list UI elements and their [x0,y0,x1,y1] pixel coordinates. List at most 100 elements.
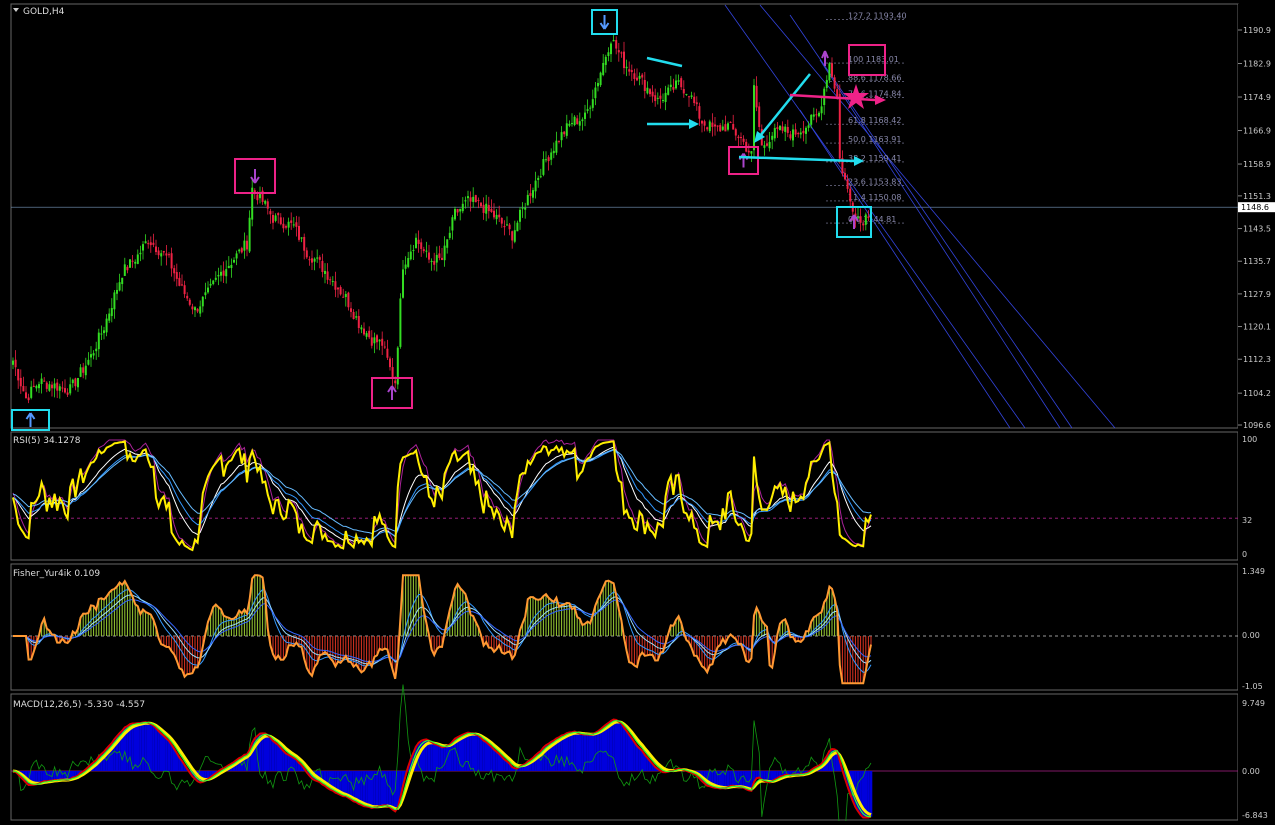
candle-body [295,222,298,227]
candle-body [552,150,555,154]
candle-body [425,250,428,252]
candle-body [589,107,592,109]
candle-body [404,264,407,269]
candle-body [545,159,547,161]
candle-body [454,209,456,220]
candle-body [222,270,225,276]
candle-body [383,346,386,348]
candle-body [698,106,701,119]
candle-body [48,384,51,391]
candle-body [646,87,649,94]
candle-body [56,382,59,391]
candle-body [781,126,784,131]
candle-body [272,214,274,223]
candle-body [724,124,727,132]
candle-body [415,237,417,249]
candle-body [282,223,285,229]
candle-body [420,242,423,249]
candle-body [391,367,394,379]
fisher-label-max: 1.349 [1242,567,1265,576]
candle-body [74,378,77,387]
candle-body [12,360,14,365]
candle-body [667,87,670,95]
candle-body [186,295,189,299]
candle-body [620,52,623,54]
price-axis-label: 1151.3 [1243,192,1271,201]
candle-body [248,217,251,252]
candle-body [108,313,111,321]
candle-body [308,259,311,261]
candle-body [789,134,792,139]
candle-body [495,214,498,220]
candle-body [363,328,365,335]
price-axis-label: 1127.9 [1243,290,1271,299]
candle-body [680,78,683,88]
candle-body [422,249,425,252]
candle-body [188,299,191,305]
candle-body [690,95,693,97]
macd-label-min: -6.843 [1242,811,1268,820]
candle-body [144,241,147,244]
candle-body [95,348,98,352]
candle-body [79,367,82,377]
candle-body [321,260,324,272]
price-axis-label: 1143.5 [1243,225,1271,234]
chart-canvas[interactable]: 127.2 1193.40100 1183.0188.6 1178.6676.6… [0,0,1275,825]
candle-body [833,77,836,89]
candle-body [240,248,243,253]
candle-body [701,120,703,124]
chart-window: 127.2 1193.40 100 1183.01 88.6 1178.66 76.6… [0,0,1275,825]
candle-body [456,208,459,213]
candle-body [97,332,100,350]
candle-body [227,265,230,269]
candle-body [508,224,511,230]
candle-body [584,112,586,119]
candle-body [810,114,813,125]
candle-body [742,138,745,142]
price-axis-label: 1166.9 [1243,127,1271,136]
candle-body [469,197,472,202]
candle-body [311,258,313,263]
candle-body [604,56,607,65]
candle-body [131,260,134,262]
candle-body [474,195,477,203]
candle-body [599,72,602,86]
candle-body [407,258,410,267]
candle-body [487,204,490,212]
macd-label-zero: 0.00 [1242,767,1260,776]
candle-body [246,240,248,250]
price-axis-label: 1174.9 [1243,93,1271,102]
candle-body [641,74,644,78]
candle-body [412,249,415,251]
candle-body [662,99,664,101]
candle-body [313,258,316,262]
candle-body [446,239,449,248]
candle-body [654,95,657,102]
candle-body [737,136,740,139]
candle-body [623,51,625,69]
candle-body [51,384,53,389]
candle-body [207,287,209,293]
candle-body [381,338,384,346]
candle-body [53,383,56,389]
candle-body [558,140,560,142]
candle-body [14,359,17,368]
candle-body [779,125,781,130]
macd-title: MACD(12,26,5) -5.330 -4.557 [13,700,145,710]
price-axis-label: 1112.3 [1243,355,1271,364]
candle-body [677,80,680,82]
candle-body [448,232,451,238]
candle-body [576,118,579,125]
candle-body [103,330,105,334]
candle-body [636,77,638,81]
candle-body [389,358,391,368]
candle-body [64,388,66,393]
candle-body [734,129,737,136]
candle-body [459,208,462,212]
candle-body [402,269,404,298]
candle-body [498,214,501,218]
candle-body [656,97,659,99]
candle-body [443,245,446,261]
candle-body [828,63,831,81]
fisher-label-zero: 0.00 [1242,631,1260,640]
